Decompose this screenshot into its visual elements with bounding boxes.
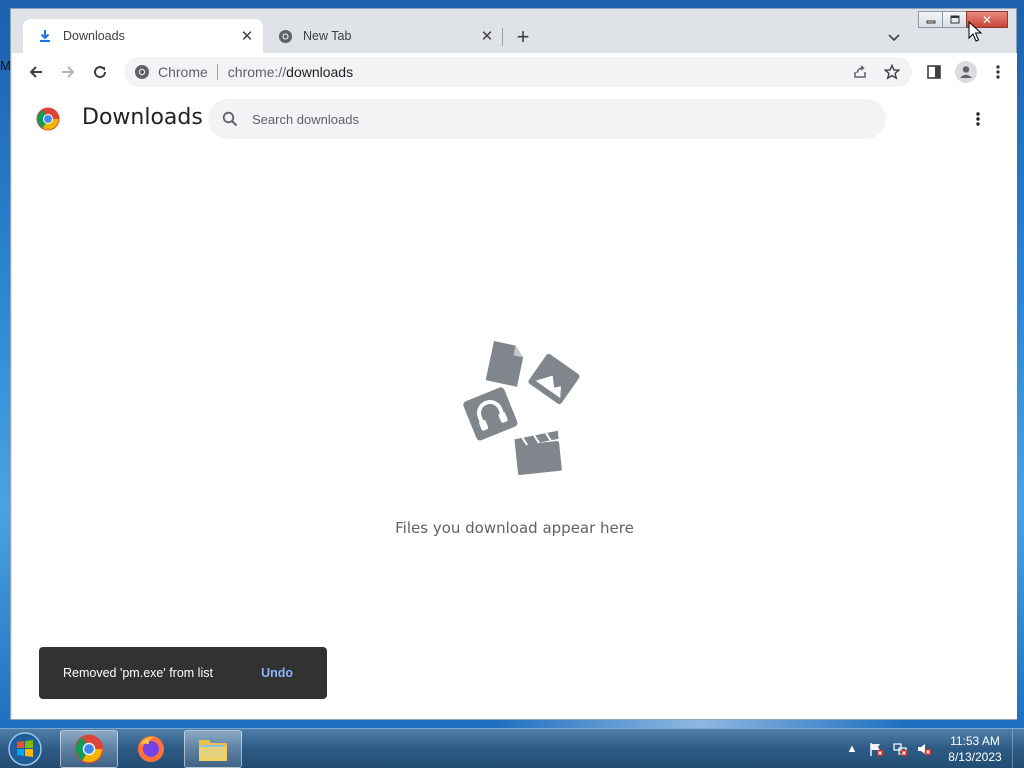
share-icon[interactable] — [844, 57, 876, 87]
chrome-logo-icon — [36, 107, 60, 131]
network-icon[interactable] — [888, 737, 912, 761]
forward-button[interactable] — [52, 56, 84, 88]
chrome-icon — [74, 734, 104, 764]
minimize-button[interactable] — [918, 11, 943, 28]
url-scheme: chrome:// — [227, 64, 287, 80]
system-tray: ▲ — [840, 729, 936, 768]
action-center-flag-icon[interactable] — [864, 737, 888, 761]
audio-headphones-icon — [463, 387, 518, 441]
empty-state-message: Files you download appear here — [395, 519, 634, 537]
site-chip[interactable]: Chrome — [134, 64, 208, 80]
document-icon — [485, 341, 524, 387]
site-chip-label: Chrome — [158, 64, 208, 80]
reload-button[interactable] — [84, 56, 116, 88]
profile-avatar-button[interactable] — [950, 56, 982, 88]
maximize-button[interactable] — [942, 11, 967, 28]
url-text: chrome://downloads — [228, 64, 353, 80]
downloads-menu-kebab-icon[interactable] — [966, 107, 990, 131]
page-title: Downloads — [82, 105, 203, 130]
bookmark-star-icon[interactable] — [876, 57, 908, 87]
tab-search-chevron-icon[interactable] — [883, 27, 905, 49]
video-clapperboard-icon — [514, 430, 562, 475]
close-tab-icon[interactable]: ✕ — [477, 26, 497, 46]
downloads-header: Downloads — [12, 91, 1017, 147]
taskbar-firefox[interactable] — [122, 730, 180, 768]
tab-downloads[interactable]: Downloads ✕ — [23, 19, 263, 53]
show-desktop-button[interactable] — [1012, 729, 1024, 768]
toast-notification: Removed 'pm.exe' from list Undo — [39, 647, 327, 699]
close-tab-icon[interactable]: ✕ — [237, 26, 257, 46]
toolbar: Chrome chrome://downloads — [12, 53, 1017, 91]
windows-logo-icon — [8, 732, 42, 766]
image-icon — [528, 353, 580, 405]
volume-muted-icon[interactable] — [912, 737, 936, 761]
empty-downloads-illustration — [463, 341, 580, 475]
taskbar-file-explorer[interactable] — [184, 730, 242, 768]
taskbar-clock[interactable]: 11:53 AM 8/13/2023 — [940, 733, 1010, 765]
firefox-icon — [138, 736, 164, 762]
undo-button[interactable]: Undo — [261, 666, 293, 680]
new-tab-button[interactable]: + — [511, 25, 535, 49]
address-bar[interactable]: Chrome chrome://downloads — [124, 57, 912, 87]
omnibox-divider — [216, 64, 218, 80]
tab-separator — [502, 28, 503, 46]
search-icon — [222, 111, 238, 127]
taskbar: ▲ 11:53 AM 8/13/2023 — [0, 728, 1024, 768]
clock-time: 11:53 AM — [950, 734, 1000, 748]
chrome-menu-kebab-icon[interactable] — [982, 56, 1014, 88]
search-downloads-field[interactable] — [208, 99, 886, 139]
clock-date: 8/13/2023 — [948, 750, 1002, 764]
tab-title: Downloads — [63, 29, 125, 43]
downloads-page: Downloads Search downloads Files you dow… — [12, 91, 1017, 719]
tab-title: New Tab — [303, 29, 352, 43]
start-button[interactable] — [4, 730, 46, 768]
tab-new-tab[interactable]: New Tab ✕ — [263, 19, 503, 53]
chrome-icon — [135, 65, 149, 79]
download-icon — [37, 28, 53, 44]
mouse-cursor-icon — [968, 21, 983, 42]
window-controls: ✕ — [918, 11, 1008, 29]
chrome-icon — [277, 28, 293, 44]
show-hidden-icons-chevron-icon[interactable]: ▲ — [840, 737, 864, 761]
tab-strip: Downloads ✕ New Tab ✕ + — [11, 9, 1016, 53]
browser-window: Downloads ✕ New Tab ✕ + ✕ Chrome chrome:… — [10, 8, 1017, 720]
taskbar-chrome[interactable] — [60, 730, 118, 768]
url-host: downloads — [286, 64, 354, 80]
back-button[interactable] — [20, 56, 52, 88]
folder-icon — [199, 740, 227, 761]
search-input[interactable] — [252, 111, 852, 127]
side-panel-button[interactable] — [918, 56, 950, 88]
toast-message: Removed 'pm.exe' from list — [63, 666, 213, 680]
